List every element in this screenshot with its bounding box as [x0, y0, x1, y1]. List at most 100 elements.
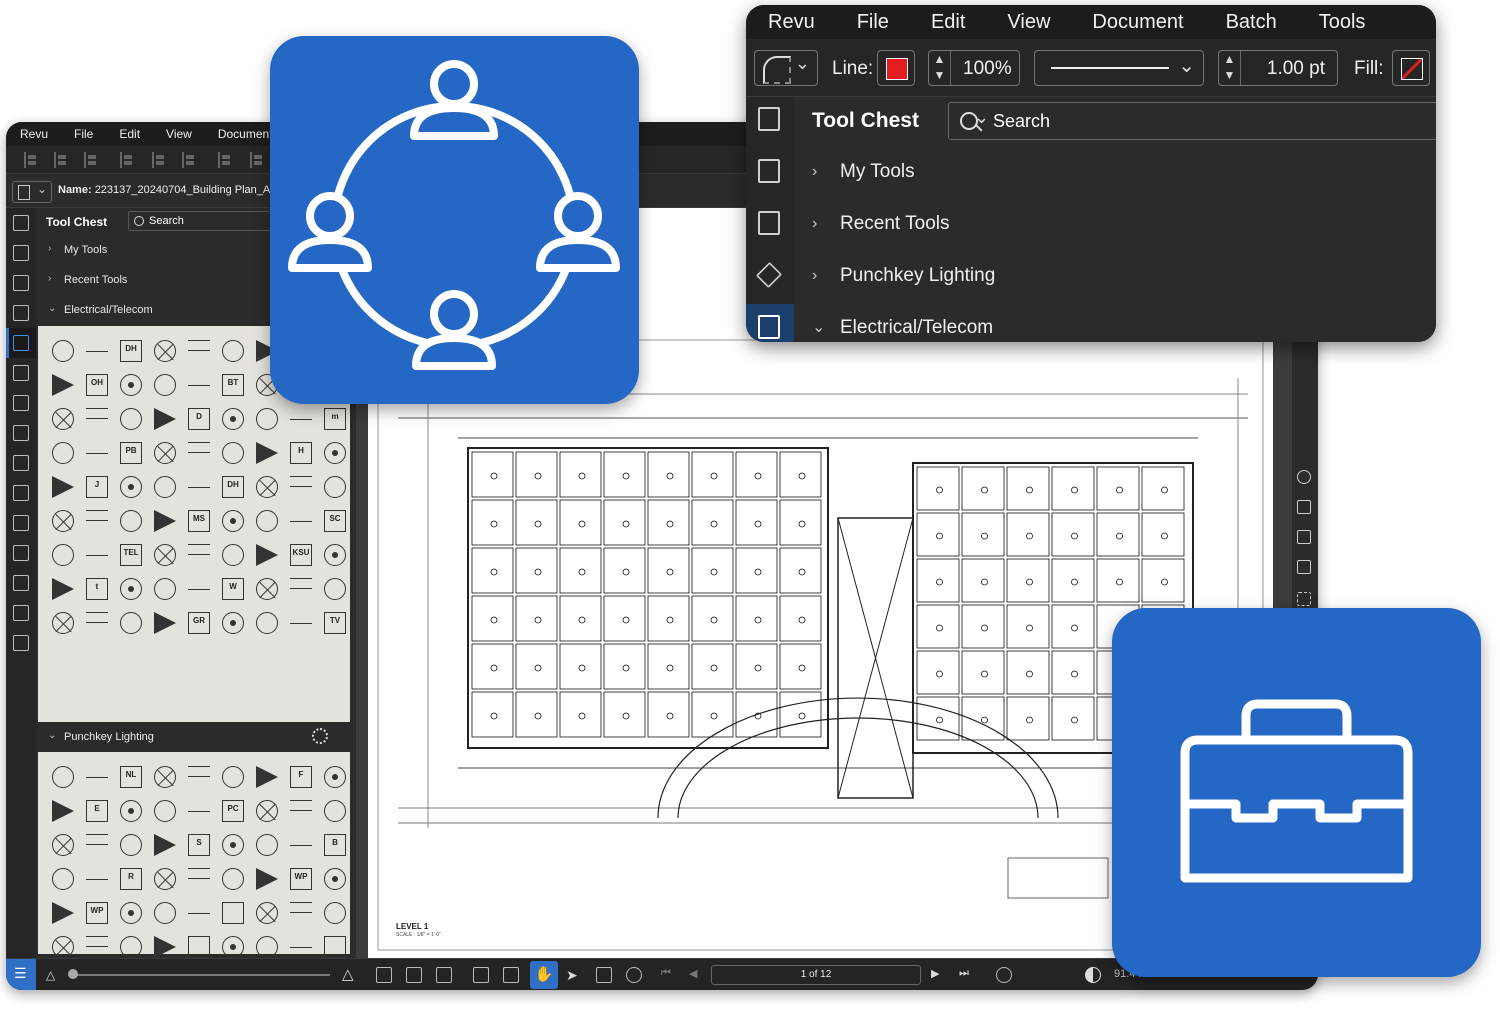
symbol-size-slider[interactable] — [72, 974, 330, 976]
lighting-symbol[interactable] — [154, 936, 176, 958]
electrical-symbol[interactable] — [324, 476, 346, 498]
line-width-stepper[interactable]: ▲▼ 1.00 pt — [1218, 50, 1338, 86]
lighting-symbol[interactable] — [120, 902, 142, 924]
lighting-symbol[interactable]: WP — [290, 868, 312, 890]
electrical-symbol[interactable] — [86, 442, 108, 454]
lighting-symbol[interactable] — [52, 800, 74, 822]
lighting-symbol[interactable] — [120, 834, 142, 856]
electrical-symbol[interactable] — [86, 544, 108, 556]
section-punchkey-lighting[interactable]: › Punchkey Lighting — [794, 250, 1436, 302]
electrical-symbol[interactable] — [324, 442, 346, 464]
electrical-symbol[interactable] — [120, 612, 142, 634]
increase-size-icon[interactable]: △ — [342, 965, 354, 983]
menu-edit[interactable]: Edit — [106, 127, 153, 141]
lighting-symbol[interactable] — [154, 800, 176, 822]
lighting-symbol[interactable]: PC — [222, 800, 244, 822]
menu-view[interactable]: View — [986, 11, 1071, 34]
thumbnails-icon[interactable] — [13, 215, 29, 231]
electrical-symbol[interactable] — [52, 374, 74, 396]
electrical-symbol[interactable] — [222, 340, 244, 362]
grid-icon[interactable] — [758, 159, 780, 183]
electrical-symbol[interactable] — [256, 578, 278, 600]
lighting-symbol[interactable]: NL — [120, 766, 142, 788]
single-page-icon[interactable] — [376, 967, 392, 983]
lighting-symbol[interactable] — [256, 868, 278, 890]
lighting-symbol[interactable] — [256, 800, 278, 822]
lighting-symbol[interactable] — [290, 800, 312, 811]
tag-icon[interactable] — [13, 545, 29, 561]
electrical-symbol[interactable] — [188, 544, 210, 555]
electrical-symbol[interactable] — [120, 510, 142, 532]
lighting-symbol[interactable] — [256, 834, 278, 856]
electrical-symbol[interactable] — [256, 442, 278, 464]
lighting-symbol[interactable]: F — [290, 766, 312, 788]
electrical-symbol[interactable]: t — [86, 578, 108, 600]
menu-revu[interactable]: Revu — [6, 127, 61, 141]
electrical-symbol[interactable] — [154, 476, 176, 498]
electrical-symbol[interactable]: KSU — [290, 544, 312, 566]
lighting-symbol[interactable]: B — [324, 834, 346, 856]
lighting-symbol[interactable] — [256, 902, 278, 924]
lighting-symbol[interactable] — [290, 902, 312, 913]
lighting-symbol[interactable] — [324, 902, 346, 924]
lighting-symbol[interactable] — [86, 834, 108, 845]
lighting-symbol[interactable] — [324, 868, 346, 890]
opacity-stepper[interactable]: ▲▼ 100% — [928, 50, 1020, 86]
electrical-symbol[interactable]: MS — [188, 510, 210, 532]
electrical-symbol[interactable] — [52, 510, 74, 532]
electrical-symbol[interactable] — [290, 510, 312, 522]
electrical-symbol[interactable]: m — [324, 408, 346, 430]
stamp-tool-icon[interactable] — [1297, 530, 1311, 544]
electrical-symbol[interactable]: PB — [120, 442, 142, 464]
lighting-symbol[interactable] — [256, 936, 278, 958]
contrast-icon[interactable] — [1085, 967, 1101, 983]
electrical-symbol[interactable] — [154, 612, 176, 634]
snapshot-tool-icon[interactable] — [1297, 592, 1311, 606]
menu-file[interactable]: File — [836, 11, 910, 34]
electrical-symbol[interactable] — [52, 476, 74, 498]
electrical-symbol[interactable]: D — [188, 408, 210, 430]
section-punchkey-lighting[interactable]: ⌄ Punchkey Lighting — [38, 722, 350, 752]
sync-icon[interactable] — [473, 967, 489, 983]
electrical-symbol[interactable] — [154, 544, 176, 566]
lighting-symbol[interactable] — [154, 834, 176, 856]
signature-icon[interactable] — [13, 515, 29, 531]
electrical-symbol[interactable]: TV — [324, 612, 346, 634]
layers-icon[interactable] — [756, 262, 782, 288]
measure-icon[interactable] — [13, 455, 29, 471]
electrical-symbol[interactable] — [222, 510, 244, 532]
lighting-symbol[interactable] — [52, 902, 74, 924]
electrical-symbol[interactable] — [86, 510, 108, 521]
electrical-symbol[interactable] — [154, 374, 176, 396]
lighting-symbol[interactable] — [324, 800, 346, 822]
electrical-symbol[interactable] — [222, 612, 244, 634]
menu-edit[interactable]: Edit — [910, 11, 986, 34]
electrical-symbol[interactable] — [188, 374, 210, 386]
electrical-symbol[interactable]: DH — [222, 476, 244, 498]
lighting-symbol[interactable] — [86, 936, 108, 947]
menu-file[interactable]: File — [61, 127, 106, 141]
lighting-symbol[interactable] — [52, 766, 74, 788]
zoom-icon[interactable] — [626, 967, 642, 983]
electrical-symbol[interactable] — [120, 578, 142, 600]
polygon-tool-icon[interactable] — [1297, 470, 1311, 484]
align-right-icon[interactable] — [84, 152, 98, 168]
next-page-icon[interactable]: ▶ — [931, 967, 947, 983]
line-style-dropdown[interactable]: ⌄ — [1034, 50, 1204, 86]
distribute-v-icon[interactable] — [250, 152, 264, 168]
electrical-symbol[interactable]: OH — [86, 374, 108, 396]
lighting-symbol[interactable] — [256, 766, 278, 788]
electrical-symbol[interactable] — [290, 612, 312, 624]
electrical-symbol[interactable] — [290, 578, 312, 589]
section-my-tools[interactable]: › My Tools — [794, 146, 1436, 198]
lighting-symbol[interactable] — [154, 902, 176, 924]
lighting-symbol[interactable] — [154, 766, 176, 788]
electrical-symbol[interactable]: DH — [120, 340, 142, 362]
lighting-symbol[interactable] — [120, 800, 142, 822]
tool-chest-title[interactable]: Tool Chest — [812, 109, 919, 133]
pan-tool-icon[interactable]: ✋ — [530, 961, 558, 989]
lighting-symbol[interactable] — [188, 868, 210, 879]
electrical-symbol[interactable] — [86, 408, 108, 419]
first-page-icon[interactable]: ⏮ — [661, 967, 677, 983]
line-width-value[interactable]: 1.00 pt — [1267, 58, 1325, 80]
